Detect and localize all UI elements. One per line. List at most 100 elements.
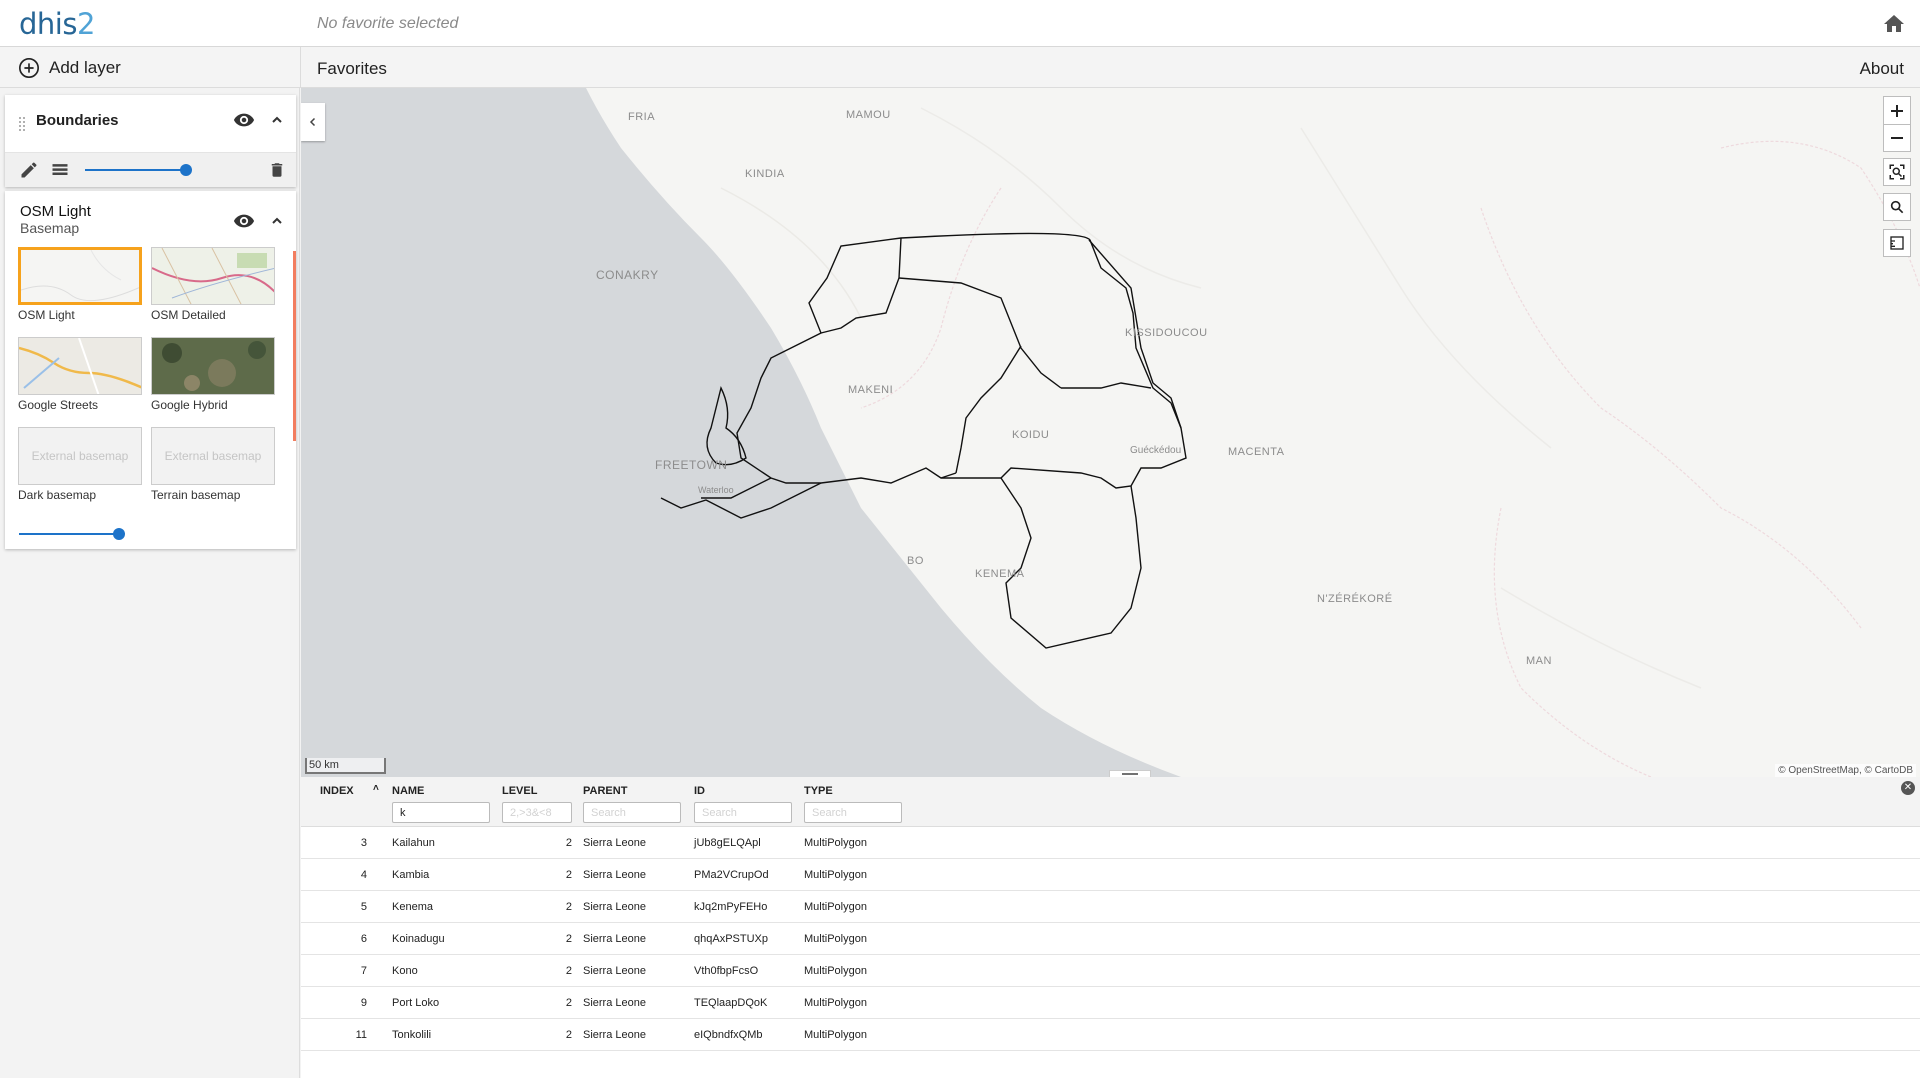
cell-index: 7: [360, 965, 367, 977]
map-label-waterloo: Waterloo: [698, 485, 734, 495]
parent-filter-input[interactable]: [583, 802, 681, 823]
column-header-id[interactable]: ID: [694, 785, 705, 797]
basemap-label: OSM Detailed: [151, 308, 226, 322]
map-canvas[interactable]: FRIA MAMOU KINDIA CONAKRY KISSIDOUCOU MA…: [301, 88, 1920, 777]
cell-name: Kailahun: [392, 837, 435, 849]
cell-level: 2: [565, 997, 572, 1009]
edit-pencil-icon[interactable]: [17, 158, 41, 182]
opacity-slider[interactable]: [19, 526, 129, 542]
layer-title: OSM Light: [20, 203, 91, 220]
map-label-nzerekore: N'ZÉRÉKORÉ: [1317, 593, 1393, 605]
layer-card-basemap: OSM Light Basemap OSM Light OSM Detailed: [5, 191, 296, 549]
basemap-option-osm-light[interactable]: OSM Light: [18, 247, 142, 322]
sort-asc-icon: ˄: [373, 783, 379, 794]
basemap-thumbnail: [151, 337, 275, 395]
fit-bounds-icon[interactable]: [1883, 158, 1911, 186]
zoom-in-button[interactable]: [1883, 96, 1911, 124]
cell-id: eIQbndfxQMb: [694, 1029, 763, 1041]
basemap-option-google-streets[interactable]: Google Streets: [18, 337, 142, 412]
basemap-scrollbar[interactable]: [293, 251, 296, 441]
map-label-kenema: KENEMA: [975, 568, 1025, 580]
measure-icon[interactable]: [1883, 229, 1911, 257]
home-icon[interactable]: [1882, 12, 1906, 36]
basemap-thumbnail: External basemap: [18, 427, 142, 485]
map-label-fria: FRIA: [628, 111, 656, 123]
basemap-option-google-hybrid[interactable]: Google Hybrid: [151, 337, 275, 412]
cell-id: qhqAxPSTUXp: [694, 933, 768, 945]
search-icon[interactable]: [1883, 193, 1911, 221]
scale-bar: 50 km: [305, 758, 386, 774]
map-label-mamou: MAMOU: [846, 109, 891, 121]
basemap-list: OSM Light OSM Detailed Google Streets Go…: [18, 247, 288, 513]
about-link[interactable]: About: [1860, 59, 1904, 79]
layer-title: Boundaries: [36, 112, 119, 129]
basemap-label: Dark basemap: [18, 488, 97, 502]
type-filter-input[interactable]: [804, 802, 902, 823]
favorites-menu[interactable]: Favorites: [317, 59, 387, 79]
basemap-option-osm-detailed[interactable]: OSM Detailed: [151, 247, 275, 322]
level-filter-input[interactable]: [502, 802, 572, 823]
map-attribution: © OpenStreetMap, © CartoDB: [1775, 764, 1916, 777]
cell-parent: Sierra Leone: [583, 1029, 646, 1041]
cell-name: Port Loko: [392, 997, 440, 1009]
data-table-icon[interactable]: [48, 158, 72, 182]
cell-index: 11: [355, 1029, 367, 1041]
column-header-parent[interactable]: PARENT: [583, 785, 627, 797]
column-header-index[interactable]: INDEX: [320, 785, 354, 797]
table-row[interactable]: 6 Koinadugu 2 Sierra Leone qhqAxPSTUXp MultiP…: [301, 923, 1920, 955]
table-row[interactable]: 4 Kambia 2 Sierra Leone PMa2VCrupOd MultiPoly…: [301, 859, 1920, 891]
basemap-label: Google Hybrid: [151, 398, 228, 412]
cell-level: 2: [565, 965, 572, 977]
basemap-thumbnail: [151, 247, 275, 305]
cell-id: kJq2mPyFEHo: [694, 901, 768, 913]
drag-handle-icon[interactable]: [18, 115, 26, 135]
layer-toolbar: [5, 152, 296, 187]
cell-type: MultiPolygon: [804, 933, 867, 945]
chevron-up-icon[interactable]: [265, 209, 289, 233]
table-row[interactable]: 7 Kono 2 Sierra Leone Vth0fbpFcsO MultiPolygo…: [301, 955, 1920, 987]
visibility-eye-icon[interactable]: [232, 209, 256, 233]
cell-level: 2: [565, 869, 572, 881]
add-layer-button[interactable]: Add layer: [18, 55, 121, 81]
basemap-thumbnail: [18, 337, 142, 395]
cell-id: jUb8gELQApl: [694, 837, 761, 849]
visibility-eye-icon[interactable]: [232, 108, 256, 132]
opacity-slider[interactable]: [85, 162, 192, 178]
column-header-level[interactable]: LEVEL: [502, 785, 537, 797]
table-row[interactable]: 11 Tonkolili 2 Sierra Leone eIQbndfxQMb Multi…: [301, 1019, 1920, 1051]
column-header-type[interactable]: TYPE: [804, 785, 833, 797]
chevron-up-icon[interactable]: [265, 108, 289, 132]
table-row[interactable]: 5 Kenema 2 Sierra Leone kJq2mPyFEHo MultiPoly…: [301, 891, 1920, 923]
map-label-gueckedou: Guéckédou: [1130, 445, 1182, 456]
cell-id: Vth0fbpFcsO: [694, 965, 759, 977]
collapse-panel-button[interactable]: [301, 103, 325, 141]
zoom-out-button[interactable]: [1883, 124, 1911, 152]
cell-name: Kenema: [392, 901, 433, 913]
map-label-man: MAN: [1526, 655, 1552, 667]
toolbar: Add layer Favorites About: [0, 47, 1920, 88]
cell-type: MultiPolygon: [804, 901, 867, 913]
layer-card-boundaries: Boundaries: [5, 95, 296, 187]
basemap-thumbnail: External basemap: [151, 427, 275, 485]
name-filter-input[interactable]: [392, 802, 490, 823]
close-icon[interactable]: ✕: [1901, 781, 1915, 795]
table-row[interactable]: 3 Kailahun 2 Sierra Leone jUb8gELQApl MultiPo…: [301, 827, 1920, 859]
basemap-option-terrain[interactable]: External basemap Terrain basemap: [151, 427, 275, 502]
cell-type: MultiPolygon: [804, 1029, 867, 1041]
map-label-makeni: MAKENI: [848, 384, 894, 396]
table-row[interactable]: 9 Port Loko 2 Sierra Leone TEQlaapDQoK MultiP…: [301, 987, 1920, 1019]
delete-trash-icon[interactable]: [265, 158, 289, 182]
cell-type: MultiPolygon: [804, 837, 867, 849]
dhis2-logo[interactable]: dhis2: [19, 7, 95, 41]
cell-name: Kambia: [392, 869, 430, 881]
basemap-thumbnail: [18, 247, 142, 305]
layers-panel: Boundaries OSM Light Basemap OSM Light O…: [0, 88, 300, 1078]
add-layer-label: Add layer: [49, 58, 121, 77]
cell-level: 2: [565, 901, 572, 913]
column-header-name[interactable]: NAME: [392, 785, 424, 797]
map-label-kindia: KINDIA: [745, 168, 785, 180]
map-label-macenta: MACENTA: [1228, 446, 1285, 458]
id-filter-input[interactable]: [694, 802, 792, 823]
app-header: dhis2 No favorite selected: [0, 0, 1920, 47]
basemap-option-dark[interactable]: External basemap Dark basemap: [18, 427, 142, 502]
